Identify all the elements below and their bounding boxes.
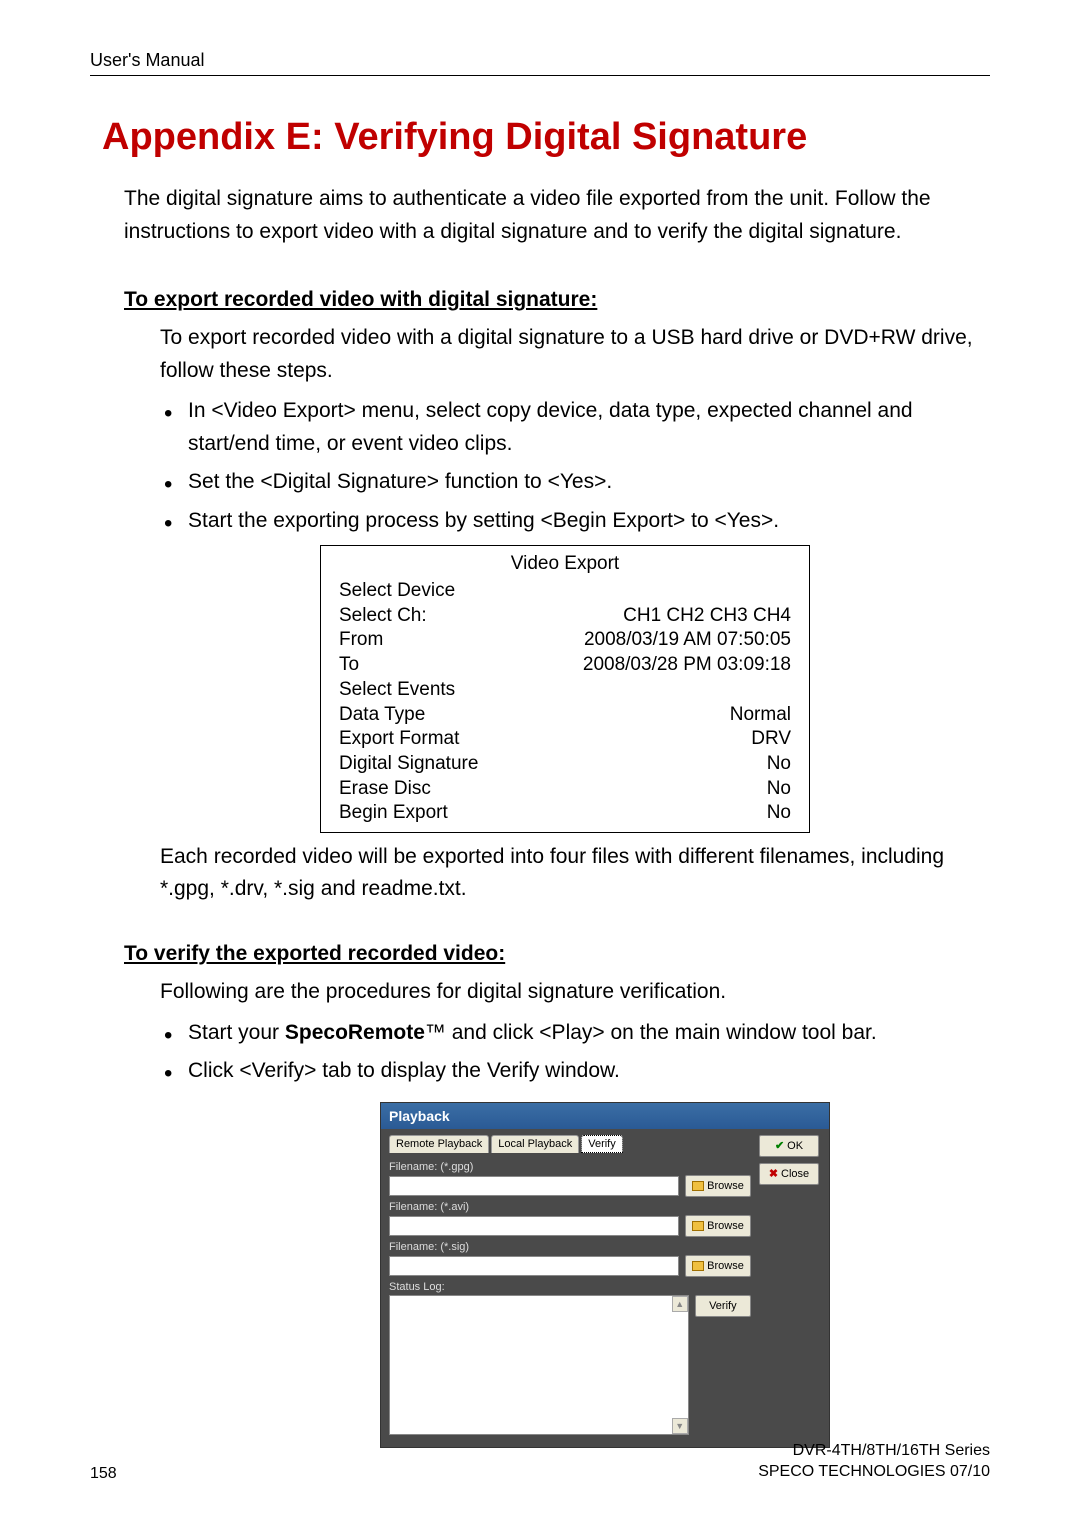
page-header: User's Manual xyxy=(90,50,990,76)
menu-row-value: Normal xyxy=(730,703,791,728)
menu-row-label: Data Type xyxy=(339,703,425,728)
ok-button[interactable]: ✔ OK xyxy=(759,1135,819,1157)
menu-row-value: No xyxy=(767,801,791,826)
section2-bullet: Click <Verify> tab to display the Verify… xyxy=(160,1055,990,1088)
menu-row-label: Select Events xyxy=(339,678,455,703)
menu-row-value: DRV xyxy=(751,727,791,752)
section1-bullet: Set the <Digital Signature> function to … xyxy=(160,466,990,499)
check-icon: ✔ xyxy=(775,1139,784,1152)
browse-avi-button[interactable]: Browse xyxy=(685,1215,751,1237)
verify-button[interactable]: Verify xyxy=(695,1295,751,1317)
scroll-down-icon[interactable]: ▼ xyxy=(672,1418,688,1434)
menu-row-value: 2008/03/28 PM 03:09:18 xyxy=(583,653,791,678)
bullet-bold: SpecoRemote xyxy=(285,1021,425,1044)
folder-icon xyxy=(692,1181,704,1191)
status-log-textarea[interactable]: ▲ ▼ xyxy=(389,1295,689,1435)
scroll-up-icon[interactable]: ▲ xyxy=(672,1296,688,1312)
tab-verify[interactable]: Verify xyxy=(581,1135,623,1153)
page-number: 158 xyxy=(90,1465,117,1483)
menu-row-label: Select Ch: xyxy=(339,604,427,629)
x-icon: ✖ xyxy=(769,1167,778,1180)
filename-sig-input[interactable] xyxy=(389,1256,679,1276)
section1-bullet: Start the exporting process by setting <… xyxy=(160,505,990,538)
footer-company: SPECO TECHNOLOGIES 07/10 xyxy=(758,1462,990,1483)
menu-row-value: CH1 CH2 CH3 CH4 xyxy=(623,604,791,629)
section1-lead: To export recorded video with a digital … xyxy=(160,322,980,387)
folder-icon xyxy=(692,1221,704,1231)
page-footer: 158 DVR-4TH/8TH/16TH Series SPECO TECHNO… xyxy=(90,1441,990,1483)
menu-title: Video Export xyxy=(339,552,791,577)
intro-paragraph: The digital signature aims to authentica… xyxy=(124,183,990,248)
section2-bullet: Start your SpecoRemote™ and click <Play>… xyxy=(160,1017,990,1050)
dialog-titlebar: Playback xyxy=(381,1103,829,1129)
dialog-tabs: Remote Playback Local Playback Verify xyxy=(389,1135,751,1153)
close-label: Close xyxy=(781,1168,809,1180)
menu-row-value: 2008/03/19 AM 07:50:05 xyxy=(584,628,791,653)
video-export-menu-box: Video Export Select Device Select Ch: CH1… xyxy=(320,545,810,833)
tab-remote-playback[interactable]: Remote Playback xyxy=(389,1135,489,1153)
filename-sig-label: Filename: (*.sig) xyxy=(389,1241,751,1253)
filename-avi-label: Filename: (*.avi) xyxy=(389,1201,751,1213)
folder-icon xyxy=(692,1261,704,1271)
section2-lead: Following are the procedures for digital… xyxy=(160,976,980,1009)
section1-bullet-list: In <Video Export> menu, select copy devi… xyxy=(160,395,990,537)
menu-row-label: Begin Export xyxy=(339,801,448,826)
browse-label: Browse xyxy=(707,1180,744,1192)
tab-local-playback[interactable]: Local Playback xyxy=(491,1135,579,1153)
playback-dialog: Playback Remote Playback Local Playback … xyxy=(380,1102,830,1448)
menu-row-label: From xyxy=(339,628,383,653)
status-log-label: Status Log: xyxy=(389,1281,751,1293)
section1-heading: To export recorded video with digital si… xyxy=(124,288,990,312)
footer-series: DVR-4TH/8TH/16TH Series xyxy=(758,1441,990,1462)
menu-row-label: To xyxy=(339,653,359,678)
browse-label: Browse xyxy=(707,1220,744,1232)
menu-row-value: No xyxy=(767,752,791,777)
ok-label: OK xyxy=(787,1140,803,1152)
bullet-text: ™ and click <Play> on the main window to… xyxy=(425,1021,877,1044)
section2-bullet-list: Start your SpecoRemote™ and click <Play>… xyxy=(160,1017,990,1088)
appendix-title: Appendix E: Verifying Digital Signature xyxy=(102,116,990,159)
filename-avi-input[interactable] xyxy=(389,1216,679,1236)
menu-row-label: Select Device xyxy=(339,579,455,604)
section1-bullet: In <Video Export> menu, select copy devi… xyxy=(160,395,990,460)
filename-gpg-label: Filename: (*.gpg) xyxy=(389,1161,751,1173)
bullet-text: Start your xyxy=(188,1021,285,1044)
section2-heading: To verify the exported recorded video: xyxy=(124,942,990,966)
filename-gpg-input[interactable] xyxy=(389,1176,679,1196)
menu-row-label: Export Format xyxy=(339,727,459,752)
menu-row-label: Digital Signature xyxy=(339,752,478,777)
section1-after: Each recorded video will be exported int… xyxy=(160,841,980,906)
browse-sig-button[interactable]: Browse xyxy=(685,1255,751,1277)
browse-gpg-button[interactable]: Browse xyxy=(685,1175,751,1197)
menu-row-value: No xyxy=(767,777,791,802)
menu-row-label: Erase Disc xyxy=(339,777,431,802)
close-button[interactable]: ✖ Close xyxy=(759,1163,819,1185)
browse-label: Browse xyxy=(707,1260,744,1272)
